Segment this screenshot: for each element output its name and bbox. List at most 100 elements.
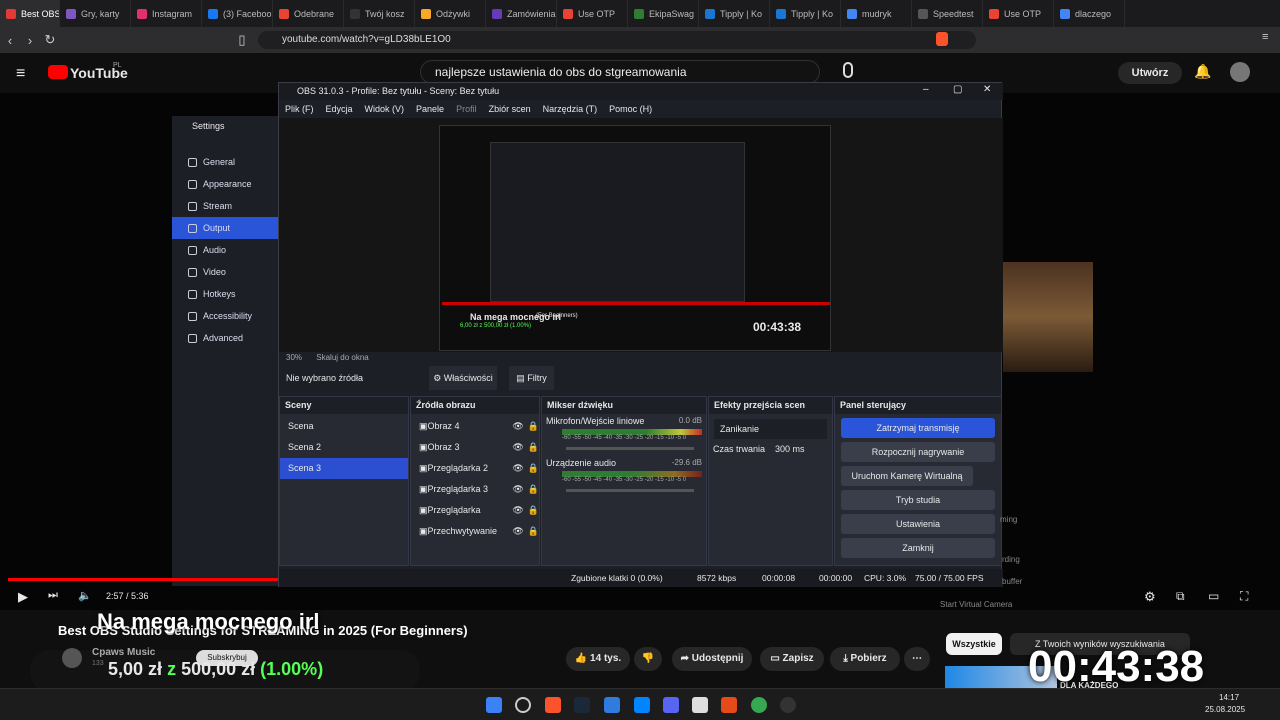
control-button[interactable]: Tryb studia <box>841 490 995 510</box>
brave-icon[interactable] <box>545 697 561 713</box>
browser-tab[interactable]: (3) Facebook <box>202 0 273 27</box>
back-icon[interactable]: ‹ <box>0 33 20 48</box>
minimize-icon[interactable]: – <box>923 84 929 95</box>
microphone-icon[interactable] <box>843 62 853 78</box>
start-icon[interactable] <box>486 697 502 713</box>
download-button[interactable]: ⤓ Pobierz <box>830 647 900 671</box>
duration-input[interactable]: 300 ms <box>775 444 805 454</box>
source-item[interactable]: ▣ Obraz 4 👁 🔒 <box>411 416 539 437</box>
eye-icon[interactable]: 👁 <box>512 437 523 458</box>
obs-icon[interactable] <box>780 697 796 713</box>
settings-item-appearance[interactable]: Appearance <box>172 173 278 195</box>
lock-icon[interactable]: 🔒 <box>528 479 539 500</box>
settings-item-video[interactable]: Video <box>172 261 278 283</box>
discord-icon[interactable] <box>663 697 679 713</box>
fit-label[interactable]: Skaluj do okna <box>316 353 368 362</box>
browser-tab[interactable]: Speedtest <box>912 0 983 27</box>
url-field[interactable]: youtube.com/watch?v=gLD38bLE1O0 <box>258 31 976 49</box>
scene-item[interactable]: Scena 3 <box>280 458 408 479</box>
menu-item[interactable]: Pomoc (H) <box>603 104 658 114</box>
volume-slider[interactable] <box>566 489 694 492</box>
like-button[interactable]: 👍 14 tys. <box>566 647 630 671</box>
eye-icon[interactable]: 👁 <box>512 479 523 500</box>
settings-item-audio[interactable]: Audio <box>172 239 278 261</box>
avatar[interactable] <box>1230 62 1250 82</box>
filters-button[interactable]: ▤ Filtry <box>509 366 554 390</box>
browser-tab[interactable]: Best OBS <box>0 0 60 27</box>
reload-icon[interactable]: ↻ <box>40 32 60 48</box>
browser-tab[interactable]: Tipply | Ko <box>699 0 770 27</box>
share-button[interactable]: ➦ Udostępnij <box>672 647 752 671</box>
transition-select[interactable]: Zanikanie <box>714 419 827 439</box>
volume-slider[interactable] <box>566 447 694 450</box>
browser-tab[interactable]: dlaczego <box>1054 0 1125 27</box>
settings-icon[interactable]: ⚙ <box>1144 589 1156 605</box>
browser-tab[interactable]: EkipaSwag <box>628 0 699 27</box>
miniplayer-icon[interactable]: ⧉ <box>1176 589 1185 604</box>
browser-tab[interactable]: Zamówienia <box>486 0 557 27</box>
chip-all[interactable]: Wszystkie <box>946 633 1002 655</box>
menu-icon[interactable]: ≡ <box>1262 31 1268 43</box>
close-icon[interactable]: ✕ <box>983 84 991 95</box>
eye-icon[interactable]: 👁 <box>512 416 523 437</box>
app-icon[interactable] <box>721 697 737 713</box>
browser-tab[interactable]: Instagram <box>131 0 202 27</box>
store-icon[interactable] <box>692 697 708 713</box>
source-item[interactable]: ▣ Przeglądarka 👁 🔒 <box>411 500 539 521</box>
settings-item-stream[interactable]: Stream <box>172 195 278 217</box>
hamburger-icon[interactable]: ≡ <box>16 65 25 83</box>
messenger-icon[interactable] <box>634 697 650 713</box>
source-item[interactable]: ▣ Przechwytywanie 👁 🔒 <box>411 521 539 542</box>
settings-item-hotkeys[interactable]: Hotkeys <box>172 283 278 305</box>
obs-preview[interactable]: Na mega mocnego irl (For Beginners) 6,00… <box>279 118 1003 352</box>
notifications-icon[interactable]: 🔔 <box>1194 63 1211 80</box>
browser-tab[interactable]: Tipply | Ko <box>770 0 841 27</box>
lock-icon[interactable]: 🔒 <box>528 437 539 458</box>
theater-icon[interactable]: ▭ <box>1208 589 1219 603</box>
settings-item-general[interactable]: General <box>172 151 278 173</box>
lock-icon[interactable]: 🔒 <box>528 521 539 542</box>
lock-icon[interactable]: 🔒 <box>528 458 539 479</box>
control-button[interactable]: Uruchom Kamerę Wirtualną <box>841 466 973 486</box>
browser-tab[interactable]: mudryk <box>841 0 912 27</box>
brave-shield-icon[interactable] <box>936 32 948 46</box>
youtube-logo-icon[interactable] <box>48 65 68 79</box>
eye-icon[interactable]: 👁 <box>512 500 523 521</box>
settings-item-accessibility[interactable]: Accessibility <box>172 305 278 327</box>
menu-item[interactable]: Profil <box>450 104 483 114</box>
menu-item[interactable]: Plik (F) <box>279 104 320 114</box>
lock-icon[interactable]: 🔒 <box>528 500 539 521</box>
control-button[interactable]: Zamknij <box>841 538 995 558</box>
more-icon[interactable]: ⋯ <box>904 647 930 671</box>
copilot-icon[interactable] <box>604 697 620 713</box>
eye-icon[interactable]: 👁 <box>512 458 523 479</box>
scene-item[interactable]: Scena <box>280 416 408 437</box>
control-button[interactable]: Zatrzymaj transmisję <box>841 418 995 438</box>
scene-item[interactable]: Scena 2 <box>280 437 408 458</box>
channel-name[interactable]: Cpaws Music <box>92 647 155 658</box>
source-item[interactable]: ▣ Obraz 3 👁 🔒 <box>411 437 539 458</box>
menu-item[interactable]: Zbiór scen <box>483 104 537 114</box>
eye-icon[interactable]: 👁 <box>512 521 523 542</box>
maximize-icon[interactable]: ▢ <box>953 84 962 95</box>
save-button[interactable]: ▭ Zapisz <box>760 647 824 671</box>
browser-tab[interactable]: Twój kosz <box>344 0 415 27</box>
chrome-icon[interactable] <box>751 697 767 713</box>
forward-icon[interactable]: › <box>20 33 40 48</box>
menu-item[interactable]: Widok (V) <box>359 104 411 114</box>
browser-tab[interactable]: Odżywki <box>415 0 486 27</box>
source-item[interactable]: ▣ Przeglądarka 2 👁 🔒 <box>411 458 539 479</box>
browser-tab[interactable]: Gry, karty <box>60 0 131 27</box>
volume-icon[interactable]: 🔈 <box>78 589 92 602</box>
menu-item[interactable]: Narzędzia (T) <box>537 104 604 114</box>
browser-tab[interactable]: Odebrane <box>273 0 344 27</box>
browser-tab[interactable]: Use OTP <box>983 0 1054 27</box>
settings-item-advanced[interactable]: Advanced <box>172 327 278 349</box>
properties-button[interactable]: ⚙ Właściwości <box>429 366 497 390</box>
lock-icon[interactable]: 🔒 <box>528 416 539 437</box>
next-icon[interactable]: ⏭ <box>48 589 58 602</box>
search-icon[interactable] <box>515 697 531 713</box>
steam-icon[interactable] <box>574 697 590 713</box>
menu-item[interactable]: Panele <box>410 104 450 114</box>
menu-item[interactable]: Edycja <box>320 104 359 114</box>
